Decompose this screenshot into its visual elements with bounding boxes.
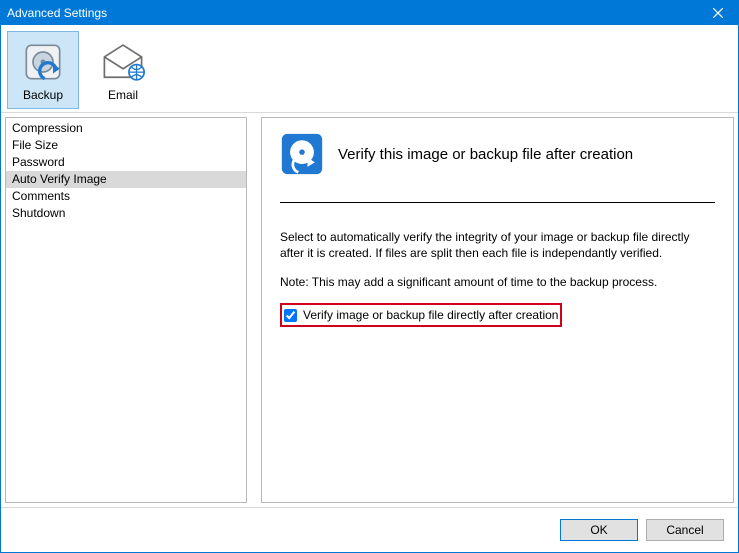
content-header: Verify this image or backup file after c… [280,132,715,203]
toolbar-email[interactable]: Email [87,31,159,109]
sidebar-item-password[interactable]: Password [6,154,246,171]
sidebar-item-shutdown[interactable]: Shutdown [6,205,246,222]
body: Compression File Size Password Auto Veri… [1,113,738,507]
close-button[interactable] [698,1,738,25]
toolbar-backup-label: Backup [23,88,63,102]
verify-checkbox-row[interactable]: Verify image or backup file directly aft… [280,303,562,327]
verify-checkbox[interactable] [284,309,297,322]
footer: OK Cancel [1,507,738,551]
close-icon [713,8,723,18]
sidebar: Compression File Size Password Auto Veri… [5,117,247,503]
toolbar-backup[interactable]: Backup [7,31,79,109]
cancel-button[interactable]: Cancel [646,519,724,541]
email-icon [101,42,145,82]
disk-verify-icon [280,132,324,176]
content-description: Select to automatically verify the integ… [280,229,715,261]
window-title: Advanced Settings [7,6,107,20]
content-panel: Verify this image or backup file after c… [261,117,734,503]
disk-backup-icon [23,42,63,82]
content-note: Note: This may add a significant amount … [280,275,715,289]
sidebar-item-compression[interactable]: Compression [6,120,246,137]
titlebar: Advanced Settings [1,1,738,25]
verify-checkbox-label: Verify image or backup file directly aft… [303,308,558,322]
toolbar: Backup Email [1,25,738,113]
ok-button[interactable]: OK [560,519,638,541]
sidebar-item-comments[interactable]: Comments [6,188,246,205]
content-title: Verify this image or backup file after c… [338,146,633,163]
sidebar-item-filesize[interactable]: File Size [6,137,246,154]
sidebar-item-auto-verify[interactable]: Auto Verify Image [6,171,246,188]
toolbar-email-label: Email [108,88,138,102]
